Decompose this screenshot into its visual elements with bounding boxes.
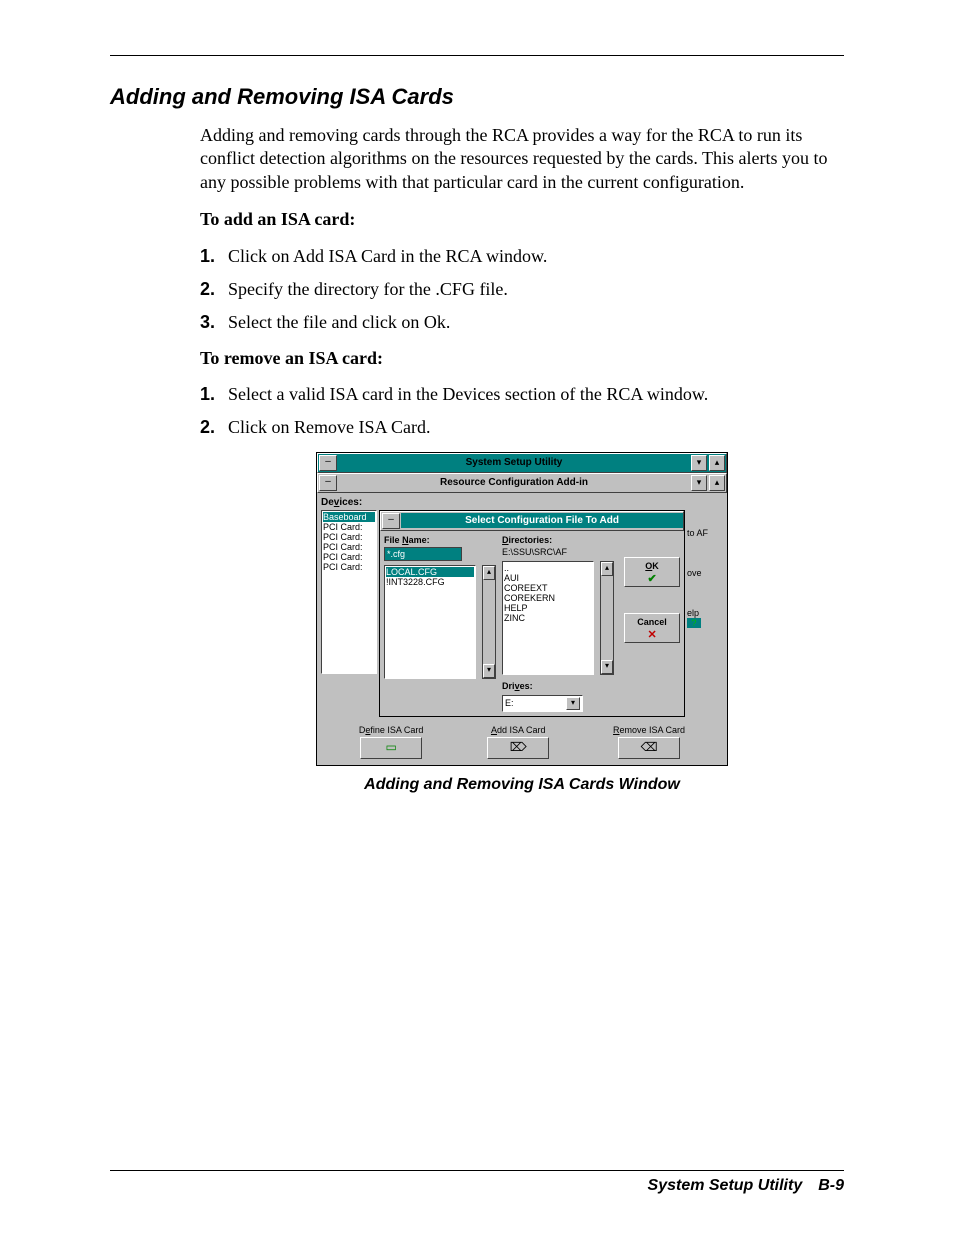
inner-maximize-button[interactable]: ▴	[709, 475, 725, 491]
list-item[interactable]: AUI	[504, 573, 592, 583]
add-isa-button[interactable]: ⌦	[487, 737, 549, 759]
minimize-button[interactable]: ▾	[691, 455, 707, 471]
remove-heading: To remove an ISA card:	[200, 347, 844, 370]
step-number: 1.	[200, 246, 228, 267]
list-item[interactable]: COREEXT	[504, 583, 592, 593]
remove-card-icon: ⌫	[641, 740, 658, 754]
outer-title-bar: – System Setup Utility ▾ ▴	[317, 453, 727, 473]
step-text: Select the file and click on Ok.	[228, 312, 844, 333]
list-item[interactable]: PCI Card:	[323, 552, 375, 562]
list-item: 2. Click on Remove ISA Card.	[200, 417, 844, 438]
footer-text: System Setup Utility B-9	[110, 1177, 844, 1195]
select-config-dialog: – Select Configuration File To Add File …	[379, 510, 685, 717]
list-item[interactable]: PCI Card:	[323, 522, 375, 532]
cancel-button[interactable]: Cancel ✕	[624, 613, 680, 643]
list-item[interactable]: PCI Card:	[323, 542, 375, 552]
list-item[interactable]: HELP	[504, 603, 592, 613]
drives-value: E:	[505, 698, 514, 708]
inner-window-title: Resource Configuration Add-in	[338, 477, 690, 488]
help-icon: ?	[687, 618, 701, 628]
remove-steps-list: 1. Select a valid ISA card in the Device…	[200, 384, 844, 438]
obscured-text: ove	[687, 568, 723, 578]
list-item[interactable]: !INT3228.CFG	[386, 577, 474, 587]
scroll-up-icon[interactable]: ▴	[601, 562, 613, 576]
list-item[interactable]: ..	[504, 563, 592, 573]
step-text: Specify the directory for the .CFG file.	[228, 279, 844, 300]
inner-minimize-button[interactable]: ▾	[691, 475, 707, 491]
dir-list-scrollbar[interactable]: ▴ ▾	[600, 561, 614, 675]
list-item[interactable]: PCI Card:	[323, 532, 375, 542]
dialog-title: Select Configuration File To Add	[401, 513, 683, 528]
figure-caption: Adding and Removing ISA Cards Window	[200, 776, 844, 794]
define-isa-label: Define ISA Card	[359, 725, 424, 735]
check-icon: ✔	[625, 573, 679, 585]
drives-combobox[interactable]: E: ▾	[502, 695, 583, 712]
list-item[interactable]: PCI Card:	[323, 562, 375, 572]
directories-listbox[interactable]: .. AUI COREEXT COREKERN HELP ZINC	[502, 561, 594, 675]
file-list-scrollbar[interactable]: ▴ ▾	[482, 565, 496, 679]
maximize-button[interactable]: ▴	[709, 455, 725, 471]
inner-system-menu-button[interactable]: –	[319, 475, 337, 491]
system-menu-button[interactable]: –	[319, 455, 337, 471]
top-rule	[110, 55, 844, 56]
list-item[interactable]: ZINC	[504, 613, 592, 623]
devices-listbox[interactable]: Baseboard PCI Card: PCI Card: PCI Card: …	[321, 510, 377, 674]
remove-isa-button[interactable]: ⌫	[618, 737, 680, 759]
devices-label: Devices:	[321, 497, 723, 508]
list-item[interactable]: Baseboard	[323, 512, 375, 522]
step-number: 3.	[200, 312, 228, 333]
step-text: Select a valid ISA card in the Devices s…	[228, 384, 844, 405]
obscured-right-panel: to AF ove elp ?	[687, 510, 723, 717]
chevron-down-icon[interactable]: ▾	[566, 697, 580, 710]
remove-isa-label: Remove ISA Card	[613, 725, 685, 735]
ssu-window: – System Setup Utility ▾ ▴ – Resource Co…	[316, 452, 728, 766]
list-item: 3. Select the file and click on Ok.	[200, 312, 844, 333]
outer-window-title: System Setup Utility	[338, 457, 690, 468]
inner-title-bar: – Resource Configuration Add-in ▾ ▴	[317, 473, 727, 493]
list-item: 1. Select a valid ISA card in the Device…	[200, 384, 844, 405]
intro-paragraph: Adding and removing cards through the RC…	[200, 124, 844, 194]
scroll-down-icon[interactable]: ▾	[601, 660, 613, 674]
close-icon: ✕	[625, 629, 679, 641]
step-text: Click on Remove ISA Card.	[228, 417, 844, 438]
page-footer: System Setup Utility B-9	[110, 1170, 844, 1195]
add-card-icon: ⌦	[510, 740, 527, 754]
add-steps-list: 1. Click on Add ISA Card in the RCA wind…	[200, 246, 844, 333]
obscured-text: to AF	[687, 528, 723, 538]
define-isa-button[interactable]: ▭	[360, 737, 422, 759]
footer-rule	[110, 1170, 844, 1171]
section-title: Adding and Removing ISA Cards	[110, 84, 844, 110]
list-item[interactable]: COREKERN	[504, 593, 592, 603]
drives-label: Drives:	[502, 681, 602, 691]
list-item: 2. Specify the directory for the .CFG fi…	[200, 279, 844, 300]
step-number: 1.	[200, 384, 228, 405]
add-isa-label: Add ISA Card	[487, 725, 549, 735]
file-listbox[interactable]: LOCAL.CFG !INT3228.CFG	[384, 565, 476, 679]
file-name-label: File Name:	[384, 535, 484, 545]
step-text: Click on Add ISA Card in the RCA window.	[228, 246, 844, 267]
list-item: 1. Click on Add ISA Card in the RCA wind…	[200, 246, 844, 267]
directories-label: Directories:	[502, 535, 602, 545]
scroll-up-icon[interactable]: ▴	[483, 566, 495, 580]
obscured-text: elp	[687, 608, 723, 618]
step-number: 2.	[200, 279, 228, 300]
ok-button[interactable]: OK ✔	[624, 557, 680, 587]
step-number: 2.	[200, 417, 228, 438]
directories-path: E:\SSU\SRC\AF	[502, 547, 602, 557]
file-name-input[interactable]: *.cfg	[384, 547, 462, 561]
card-icon: ▭	[385, 740, 396, 754]
dialog-system-menu-button[interactable]: –	[382, 513, 400, 529]
add-heading: To add an ISA card:	[200, 208, 844, 231]
list-item[interactable]: LOCAL.CFG	[386, 567, 474, 577]
scroll-down-icon[interactable]: ▾	[483, 664, 495, 678]
